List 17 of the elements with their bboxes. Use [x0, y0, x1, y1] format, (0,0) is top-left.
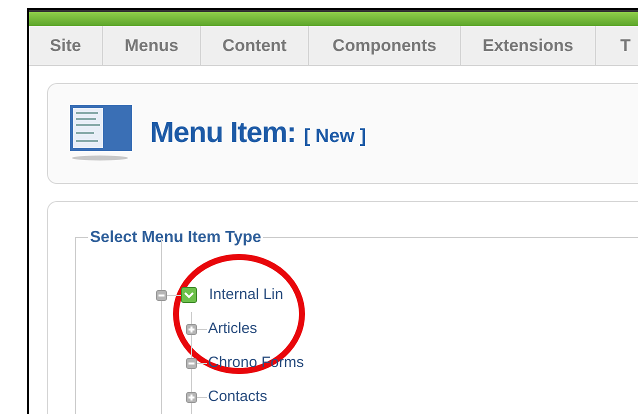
expand-icon[interactable]: [186, 324, 197, 334]
collapse-icon[interactable]: [156, 290, 167, 300]
expand-icon[interactable]: [186, 392, 197, 402]
page-title: Menu Item:: [150, 116, 296, 151]
page-subtitle: [ New ]: [304, 124, 366, 149]
checkmark-box-icon: [181, 287, 197, 303]
menu-tab[interactable]: T: [596, 26, 638, 65]
menu-tab[interactable]: Extensions: [461, 26, 596, 65]
tree-item[interactable]: Contacts: [208, 386, 268, 408]
menu-tab[interactable]: Site: [29, 26, 103, 65]
tree-item[interactable]: Internal Lin: [209, 284, 284, 306]
tree-item[interactable]: Articles: [208, 318, 258, 340]
menu-tab[interactable]: Content: [201, 26, 309, 65]
menu-tab[interactable]: Components: [309, 26, 461, 65]
menu-screen-icon: [70, 104, 132, 162]
collapse-icon[interactable]: [186, 358, 197, 368]
menu-tab[interactable]: Menus: [103, 26, 201, 65]
